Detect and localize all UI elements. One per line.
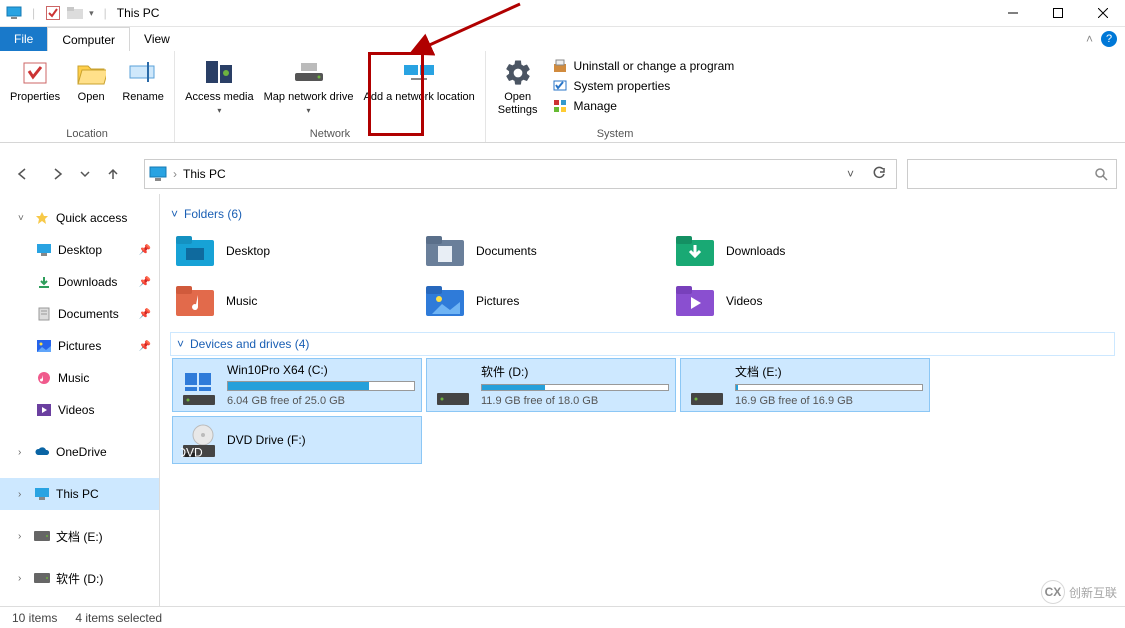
address-dropdown-icon[interactable]: ˅ — [841, 167, 860, 181]
status-items: 10 items — [12, 611, 57, 625]
rename-button[interactable]: Rename — [118, 55, 168, 128]
group-location-label: Location — [0, 128, 174, 142]
chevron-down-icon: ˅ — [171, 207, 178, 221]
ribbon: Properties Open Rename Location Access m… — [0, 51, 1125, 143]
forward-button[interactable] — [42, 160, 72, 188]
qat-dropdown-icon[interactable]: ▾ — [89, 8, 94, 19]
address-path: This PC — [183, 167, 226, 181]
sidebar-item-drive-e[interactable]: ›文档 (E:) — [0, 520, 159, 552]
sidebar: ˅ Quick access Desktop📌 Downloads📌 Docum… — [0, 194, 160, 606]
folder-documents[interactable]: Documents — [420, 226, 670, 276]
drive-f[interactable]: DVD DVD Drive (F:) — [172, 416, 422, 464]
folder-desktop[interactable]: Desktop — [170, 226, 420, 276]
minimize-button[interactable] — [990, 0, 1035, 27]
sidebar-item-quick-access[interactable]: ˅ Quick access — [0, 202, 159, 234]
titlebar: | ▾ | This PC — [0, 0, 1125, 27]
main: ˅ Quick access Desktop📌 Downloads📌 Docum… — [0, 194, 1125, 606]
section-drives[interactable]: ˅ Devices and drives (4) — [170, 332, 1115, 356]
this-pc-icon — [6, 5, 22, 21]
tab-view[interactable]: View — [130, 27, 184, 51]
address-this-pc-icon — [149, 166, 167, 182]
sidebar-item-downloads[interactable]: Downloads📌 — [0, 266, 159, 298]
sidebar-item-drive-d[interactable]: ›软件 (D:) — [0, 562, 159, 594]
svg-text:DVD: DVD — [181, 446, 203, 460]
drive-d[interactable]: 软件 (D:) 11.9 GB free of 18.0 GB — [426, 358, 676, 412]
add-network-location-button[interactable]: Add a network location — [360, 55, 479, 128]
folder-music[interactable]: Music — [170, 276, 420, 326]
watermark: CX 创新互联 — [1041, 580, 1117, 604]
help-icon[interactable]: ? — [1101, 31, 1117, 47]
sidebar-item-documents[interactable]: Documents📌 — [0, 298, 159, 330]
status-selected: 4 items selected — [75, 611, 162, 625]
search-box[interactable] — [907, 159, 1117, 189]
search-icon — [1094, 167, 1108, 181]
sidebar-item-music[interactable]: Music — [0, 362, 159, 394]
group-system: Open Settings Uninstall or change a prog… — [486, 51, 745, 142]
drive-e[interactable]: 文档 (E:) 16.9 GB free of 16.9 GB — [680, 358, 930, 412]
tab-computer[interactable]: Computer — [47, 27, 130, 51]
nav-row: › This PC ˅ — [0, 155, 1125, 193]
sidebar-item-desktop[interactable]: Desktop📌 — [0, 234, 159, 266]
sidebar-item-onedrive[interactable]: ›OneDrive — [0, 436, 159, 468]
tab-file[interactable]: File — [0, 27, 47, 51]
sidebar-item-this-pc[interactable]: ›This PC — [0, 478, 159, 510]
folder-pictures[interactable]: Pictures — [420, 276, 670, 326]
group-location: Properties Open Rename Location — [0, 51, 175, 142]
status-bar: 10 items 4 items selected — [0, 606, 1125, 628]
sidebar-item-videos[interactable]: Videos — [0, 394, 159, 426]
section-folders[interactable]: ˅ Folders (6) — [170, 202, 1115, 226]
window-title: This PC — [117, 6, 160, 20]
group-system-label: System — [486, 128, 745, 142]
qat-folder-icon[interactable] — [67, 5, 83, 21]
folder-downloads[interactable]: Downloads — [670, 226, 920, 276]
ribbon-collapse-icon[interactable]: ˄ — [1086, 32, 1093, 46]
recent-locations-button[interactable] — [76, 160, 94, 188]
back-button[interactable] — [8, 160, 38, 188]
ribbon-tabs: File Computer View ˄ ? — [0, 27, 1125, 51]
group-network-label: Network — [175, 128, 485, 142]
refresh-button[interactable] — [866, 166, 892, 183]
access-media-button[interactable]: Access media▾ — [181, 55, 257, 128]
qat-checkbox-icon[interactable] — [45, 5, 61, 21]
address-bar[interactable]: › This PC ˅ — [144, 159, 897, 189]
system-properties-button[interactable]: System properties — [548, 77, 739, 95]
sidebar-item-pictures[interactable]: Pictures📌 — [0, 330, 159, 362]
open-button[interactable]: Open — [66, 55, 116, 128]
map-drive-button[interactable]: Map network drive▾ — [260, 55, 358, 128]
chevron-down-icon: ˅ — [177, 337, 184, 351]
content: ˅ Folders (6) Desktop Documents Download… — [160, 194, 1125, 606]
open-settings-button[interactable]: Open Settings — [490, 55, 546, 128]
uninstall-program-button[interactable]: Uninstall or change a program — [548, 57, 739, 75]
properties-button[interactable]: Properties — [6, 55, 64, 128]
watermark-logo-icon: CX — [1041, 580, 1065, 604]
close-button[interactable] — [1080, 0, 1125, 27]
group-network: Access media▾ Map network drive▾ Add a n… — [175, 51, 486, 142]
maximize-button[interactable] — [1035, 0, 1080, 27]
up-button[interactable] — [98, 160, 128, 188]
manage-button[interactable]: Manage — [548, 97, 739, 115]
drive-c[interactable]: Win10Pro X64 (C:) 6.04 GB free of 25.0 G… — [172, 358, 422, 412]
folder-videos[interactable]: Videos — [670, 276, 920, 326]
